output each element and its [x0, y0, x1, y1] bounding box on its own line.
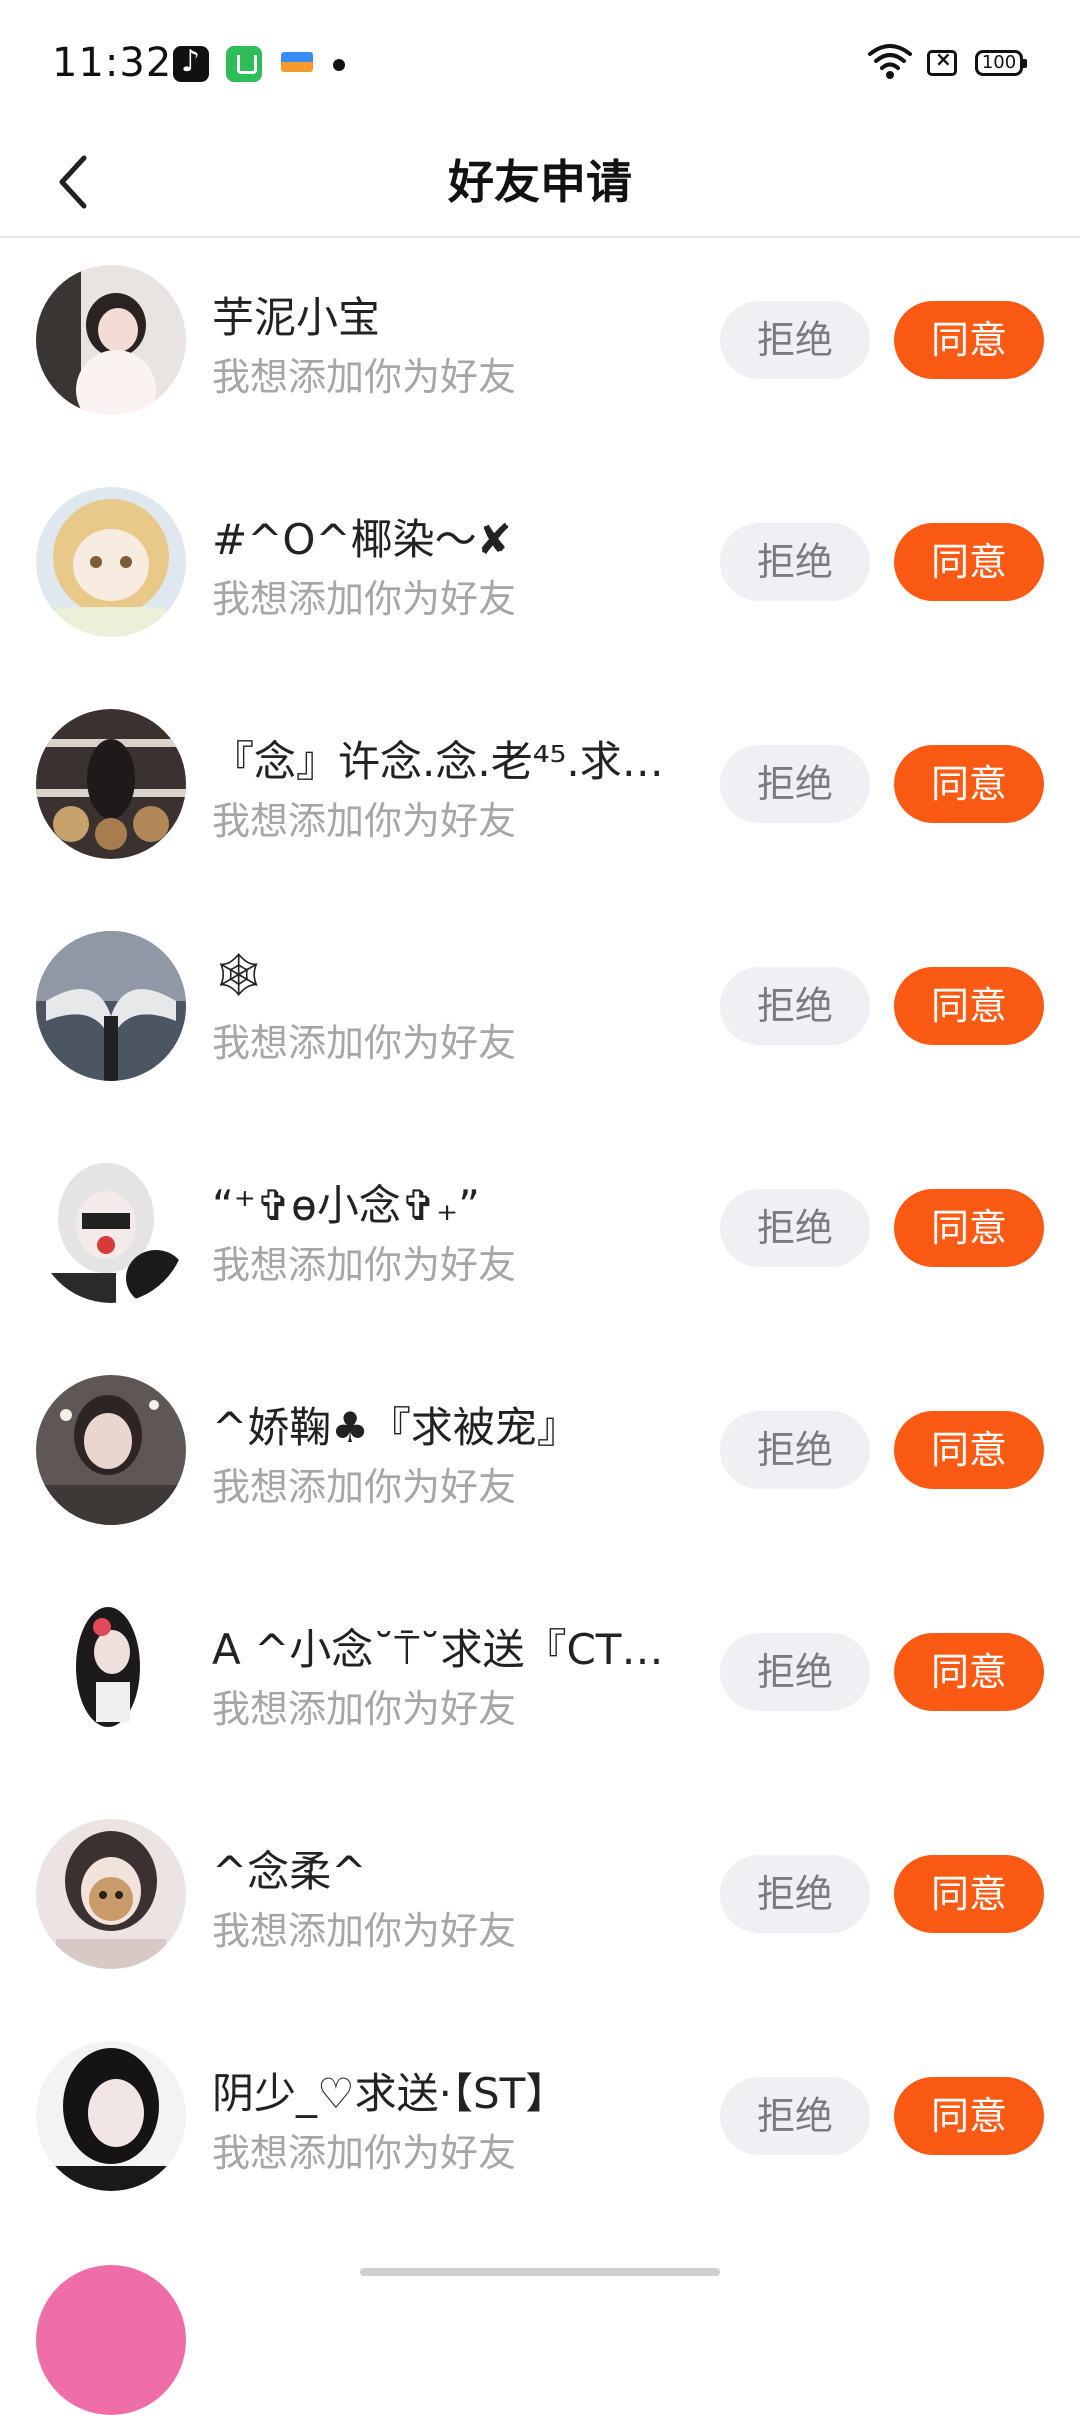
avatar[interactable] [36, 1153, 186, 1303]
reject-button[interactable]: 拒绝 [720, 1189, 870, 1267]
list-item: 阴少_♡求送·【ST】 我想添加你为好友 拒绝 同意 [0, 2014, 1080, 2236]
reject-button[interactable]: 拒绝 [720, 967, 870, 1045]
accept-button[interactable]: 同意 [894, 967, 1044, 1045]
list-item: 🕸 我想添加你为好友 拒绝 同意 [0, 904, 1080, 1126]
battery-icon: 100 [975, 50, 1027, 76]
tiktok-icon [173, 44, 209, 82]
status-bar: 11:32 100 [0, 0, 1080, 130]
avatar[interactable] [36, 709, 186, 859]
avatar[interactable] [36, 1819, 186, 1969]
nickname: 『念』许念.念.老⁴⁵.求… [212, 737, 664, 786]
no-sim-icon [927, 47, 957, 76]
nickname: ^念柔^ [212, 1847, 367, 1896]
avatar[interactable] [36, 1597, 186, 1747]
avatar[interactable] [36, 265, 186, 415]
nickname: 阴少_♡求送·【ST】 [212, 2069, 568, 2118]
accept-button[interactable]: 同意 [894, 301, 1044, 379]
request-message: 我想添加你为好友 [212, 1909, 517, 1953]
request-message: 我想添加你为好友 [212, 799, 517, 843]
list-item: A ^小念˘⍑˘求送『CT… 我想添加你为好友 拒绝 同意 [0, 1570, 1080, 1792]
reject-button[interactable]: 拒绝 [720, 1411, 870, 1489]
request-message: 我想添加你为好友 [212, 1465, 517, 1509]
avatar[interactable] [36, 2265, 186, 2415]
request-message: 我想添加你为好友 [212, 577, 517, 621]
accept-button[interactable]: 同意 [894, 1633, 1044, 1711]
nickname: “⁺✞ɵ小念✞₊” [212, 1181, 480, 1230]
notification-dot-icon [333, 59, 345, 71]
reject-button[interactable]: 拒绝 [720, 301, 870, 379]
status-time: 11:32 [52, 40, 173, 86]
nickname: ^娇鞠♣『求被宠』 [212, 1403, 579, 1452]
list-item: ^娇鞠♣『求被宠』 我想添加你为好友 拒绝 同意 [0, 1348, 1080, 1570]
request-message: 我想添加你为好友 [212, 2131, 517, 2175]
home-indicator[interactable] [360, 2268, 720, 2276]
request-message: 我想添加你为好友 [212, 1021, 517, 1065]
nickname: A ^小念˘⍑˘求送『CT… [212, 1625, 664, 1674]
avatar[interactable] [36, 1375, 186, 1525]
request-message: 我想添加你为好友 [212, 355, 517, 399]
reject-button[interactable]: 拒绝 [720, 1633, 870, 1711]
avatar[interactable] [36, 931, 186, 1081]
page-title: 好友申请 [448, 155, 632, 209]
request-message: 我想添加你为好友 [212, 1687, 517, 1731]
accept-button[interactable]: 同意 [894, 523, 1044, 601]
accept-button[interactable]: 同意 [894, 2077, 1044, 2155]
friend-request-list: 芋泥小宝 我想添加你为好友 拒绝 同意 #^O^椰染～✘ 我想添加你为好友 拒绝… [0, 238, 1080, 2236]
wifi-icon [868, 42, 912, 82]
accept-button[interactable]: 同意 [894, 1411, 1044, 1489]
list-item: 芋泥小宝 我想添加你为好友 拒绝 同意 [0, 238, 1080, 460]
reject-button[interactable]: 拒绝 [720, 2077, 870, 2155]
header: 好友申请 [0, 130, 1080, 238]
reject-button[interactable]: 拒绝 [720, 745, 870, 823]
list-item: ^念柔^ 我想添加你为好友 拒绝 同意 [0, 1792, 1080, 2014]
nickname: #^O^椰染～✘ [212, 515, 512, 564]
list-item: #^O^椰染～✘ 我想添加你为好友 拒绝 同意 [0, 460, 1080, 682]
list-item: “⁺✞ɵ小念✞₊” 我想添加你为好友 拒绝 同意 [0, 1126, 1080, 1348]
reject-button[interactable]: 拒绝 [720, 523, 870, 601]
request-message: 我想添加你为好友 [212, 1243, 517, 1287]
nickname: 🕸 [212, 950, 266, 999]
accept-button[interactable]: 同意 [894, 1855, 1044, 1933]
wallet-icon [279, 46, 315, 82]
accept-button[interactable]: 同意 [894, 1189, 1044, 1267]
reject-button[interactable]: 拒绝 [720, 1855, 870, 1933]
avatar[interactable] [36, 2041, 186, 2191]
avatar[interactable] [36, 487, 186, 637]
list-item: 『念』许念.念.老⁴⁵.求… 我想添加你为好友 拒绝 同意 [0, 682, 1080, 904]
accept-button[interactable]: 同意 [894, 745, 1044, 823]
green-app-icon [226, 46, 262, 82]
nickname: 芋泥小宝 [212, 293, 381, 342]
